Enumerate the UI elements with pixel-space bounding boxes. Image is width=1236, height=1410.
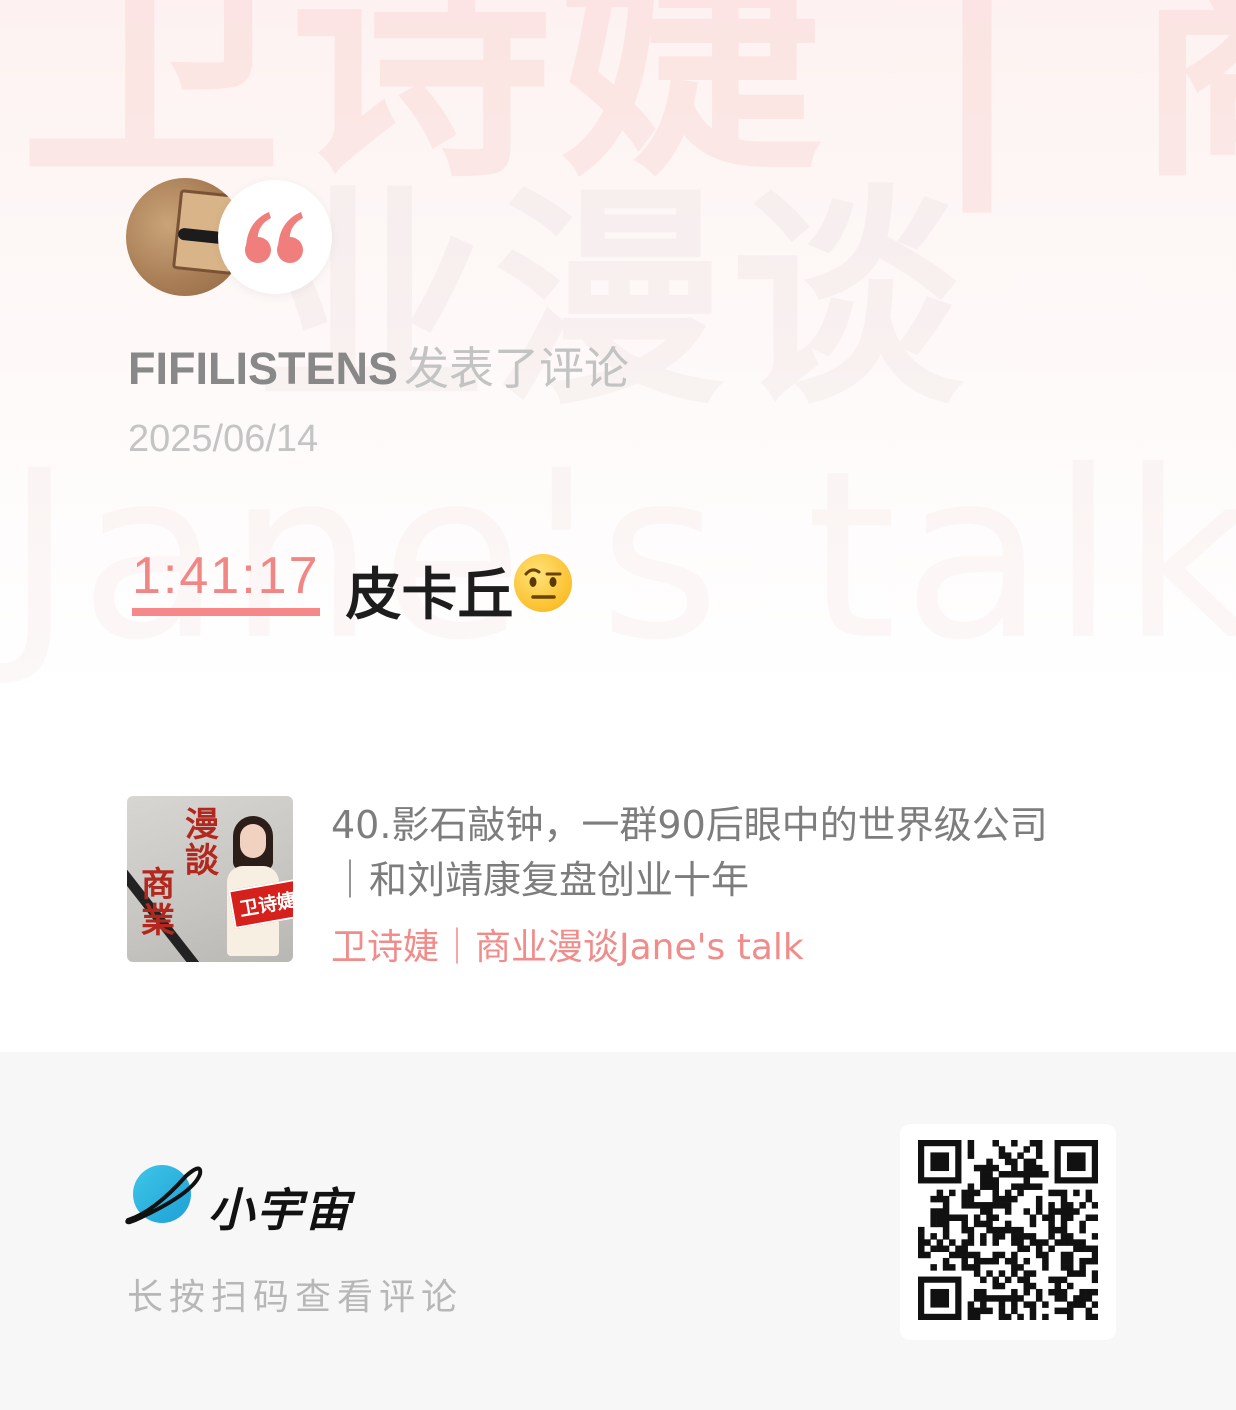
quote-badge (218, 180, 332, 294)
app-logo: 小宇宙 (124, 1164, 364, 1237)
app-name: 小宇宙 (208, 1183, 352, 1237)
podcast-name[interactable]: 卫诗婕｜商业漫谈Jane's talk (331, 918, 804, 970)
comment-card: 卫诗婕 | 商 业漫谈 Jane's talk FIFILISTENS发表了评论… (0, 0, 1236, 1052)
comment-body: 1:41:17 皮卡丘 (132, 546, 572, 628)
episode-cover[interactable]: 漫 談 商 業 卫诗婕 (127, 796, 293, 962)
author-action: 发表了评论 (404, 342, 630, 395)
cover-text-2: 談 (185, 841, 219, 881)
comment-text: 皮卡丘 (345, 563, 514, 628)
author-name[interactable]: FIFILISTENS (128, 343, 398, 394)
episode-card[interactable]: 漫 談 商 業 卫诗婕 40.影石敲钟，一群90后眼中的世界级公司｜和刘靖康复盘… (127, 796, 1087, 968)
scan-hint: 长按扫码查看评论 (127, 1277, 464, 1318)
cover-text-3: 商 (141, 865, 175, 905)
raised-eyebrow-emoji-icon (513, 554, 572, 612)
timestamp-link[interactable]: 1:41:17 (132, 546, 320, 616)
cover-text-1: 漫 (185, 805, 219, 845)
share-footer: 小宇宙 长按扫码查看评论 (0, 1052, 1236, 1410)
watermark-line-1: 卫诗婕 | 商 (20, 0, 1236, 213)
qr-code-icon (918, 1140, 1098, 1320)
quote-icon (245, 212, 303, 263)
cover-text-4: 業 (141, 901, 175, 941)
author-line: FIFILISTENS 发表了评论 (128, 332, 629, 397)
planet-logo-icon (125, 1165, 203, 1225)
qr-code[interactable] (900, 1124, 1116, 1340)
comment-date: 2025/06/14 (128, 418, 319, 460)
episode-title[interactable]: 40.影石敲钟，一群90后眼中的世界级公司｜和刘靖康复盘创业十年 (331, 798, 1071, 908)
author-avatar-group (126, 178, 366, 298)
